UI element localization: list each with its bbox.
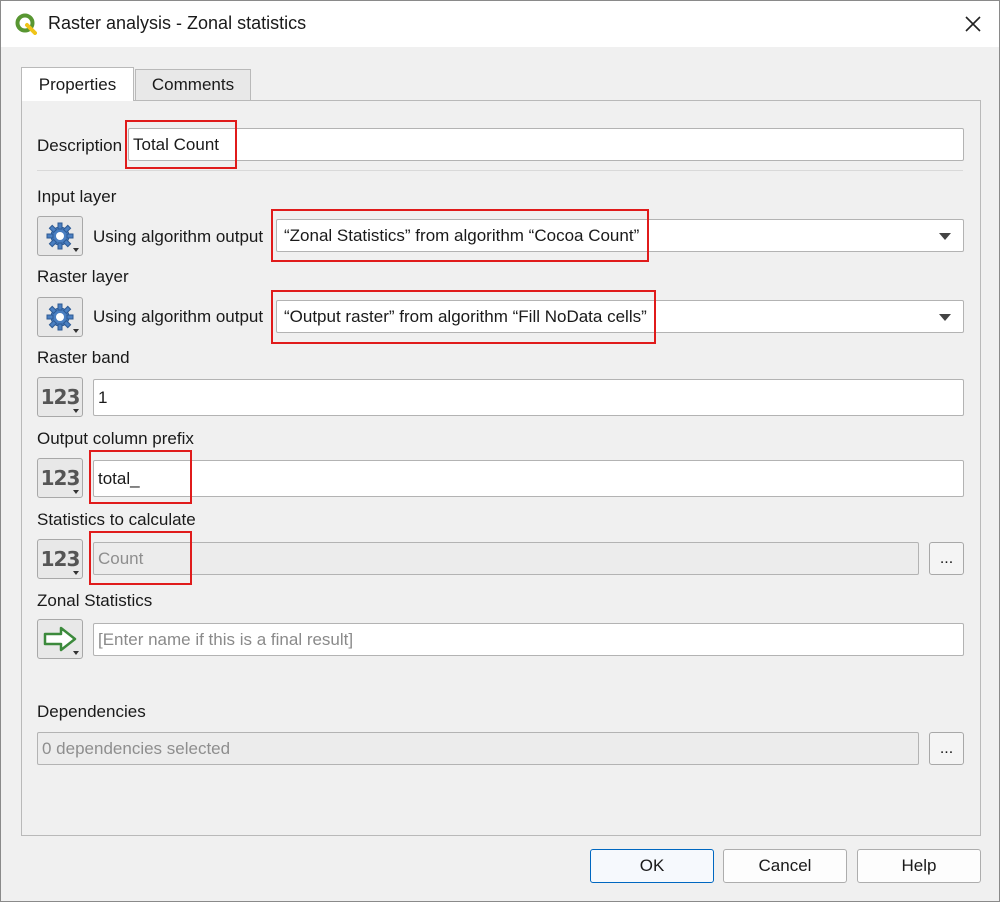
chevron-down-icon <box>939 233 951 240</box>
dependencies-more-button[interactable]: ... <box>929 732 964 765</box>
raster-band-source-button[interactable]: 123 <box>37 377 83 417</box>
close-icon <box>965 16 981 32</box>
dropdown-mini-icon <box>73 248 79 252</box>
input-layer-value: “Zonal Statistics” from algorithm “Cocoa… <box>284 225 640 245</box>
cancel-button[interactable]: Cancel <box>723 849 847 883</box>
gear-icon <box>46 222 74 250</box>
dependencies-label: Dependencies <box>37 702 146 721</box>
zonal-output-label: Zonal Statistics <box>37 591 153 610</box>
help-button[interactable]: Help <box>857 849 981 883</box>
dropdown-mini-icon <box>73 329 79 333</box>
chevron-down-icon <box>939 314 951 321</box>
qgis-logo-icon <box>15 13 37 35</box>
zonal-output-input[interactable]: [Enter name if this is a final result] <box>93 623 964 656</box>
description-label: Description <box>37 136 123 155</box>
arrow-right-icon <box>43 626 77 652</box>
description-input[interactable]: Total Count <box>128 128 964 161</box>
dependencies-input: 0 dependencies selected <box>37 732 919 765</box>
number-icon: 123 <box>40 466 81 490</box>
output-prefix-source-button[interactable]: 123 <box>37 458 83 498</box>
raster-layer-source-label: Using algorithm output <box>93 307 264 326</box>
raster-layer-source-button[interactable] <box>37 297 83 337</box>
input-layer-source-label: Using algorithm output <box>93 227 264 246</box>
dropdown-mini-icon <box>73 651 79 655</box>
dropdown-mini-icon <box>73 490 79 494</box>
number-icon: 123 <box>40 385 81 409</box>
raster-layer-label: Raster layer <box>37 267 129 286</box>
dialog-window: Raster analysis - Zonal statistics Prope… <box>0 0 1000 902</box>
output-prefix-input[interactable]: total_ <box>93 460 964 497</box>
window-title: Raster analysis - Zonal statistics <box>48 13 307 33</box>
input-layer-source-button[interactable] <box>37 216 83 256</box>
ok-button[interactable]: OK <box>590 849 714 883</box>
dropdown-mini-icon <box>73 409 79 413</box>
statistics-input: Count <box>93 542 919 575</box>
raster-band-input[interactable]: 1 <box>93 379 964 416</box>
raster-band-label: Raster band <box>37 348 130 367</box>
separator <box>37 170 963 171</box>
output-prefix-label: Output column prefix <box>37 429 194 448</box>
number-icon: 123 <box>40 547 81 571</box>
input-layer-label: Input layer <box>37 187 117 206</box>
statistics-source-button[interactable]: 123 <box>37 539 83 579</box>
raster-layer-combo[interactable]: “Output raster” from algorithm “Fill NoD… <box>276 300 964 333</box>
gear-icon <box>46 303 74 331</box>
tab-properties[interactable]: Properties <box>21 67 134 101</box>
tab-comments[interactable]: Comments <box>135 69 251 100</box>
zonal-output-destination-button[interactable] <box>37 619 83 659</box>
statistics-label: Statistics to calculate <box>37 510 196 529</box>
statistics-more-button[interactable]: ... <box>929 542 964 575</box>
input-layer-combo[interactable]: “Zonal Statistics” from algorithm “Cocoa… <box>276 219 964 252</box>
raster-layer-value: “Output raster” from algorithm “Fill NoD… <box>284 306 647 326</box>
dropdown-mini-icon <box>73 571 79 575</box>
close-button[interactable] <box>951 5 995 43</box>
title-bar: Raster analysis - Zonal statistics <box>1 1 999 47</box>
